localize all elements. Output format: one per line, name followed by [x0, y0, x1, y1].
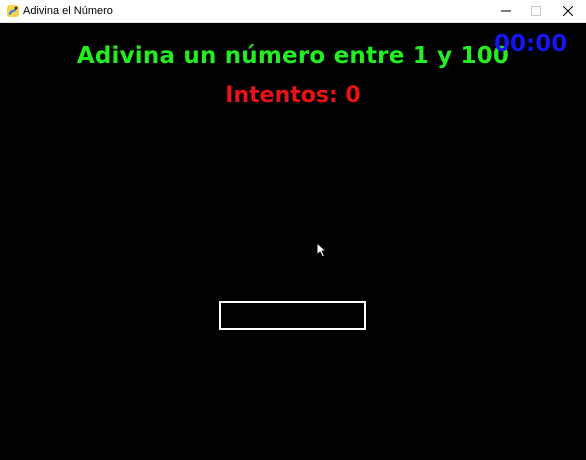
timer-display: 00:00	[494, 31, 568, 57]
maximize-button[interactable]	[521, 0, 551, 22]
game-window: Adivina el Número Adivina un número entr…	[0, 0, 586, 460]
mouse-pointer-icon	[316, 242, 327, 258]
window-title: Adivina el Número	[23, 5, 113, 17]
title-bar[interactable]: Adivina el Número	[0, 0, 586, 23]
pygame-snake-icon	[7, 5, 19, 17]
game-canvas[interactable]: Adivina un número entre 1 y 100 Intentos…	[0, 23, 586, 460]
minimize-button[interactable]	[491, 0, 521, 22]
minimize-icon	[501, 10, 511, 12]
close-icon	[563, 6, 573, 16]
guess-input[interactable]	[219, 301, 366, 330]
close-button[interactable]	[553, 0, 583, 22]
maximize-icon	[531, 6, 541, 16]
attempts-counter: Intentos: 0	[225, 83, 361, 108]
